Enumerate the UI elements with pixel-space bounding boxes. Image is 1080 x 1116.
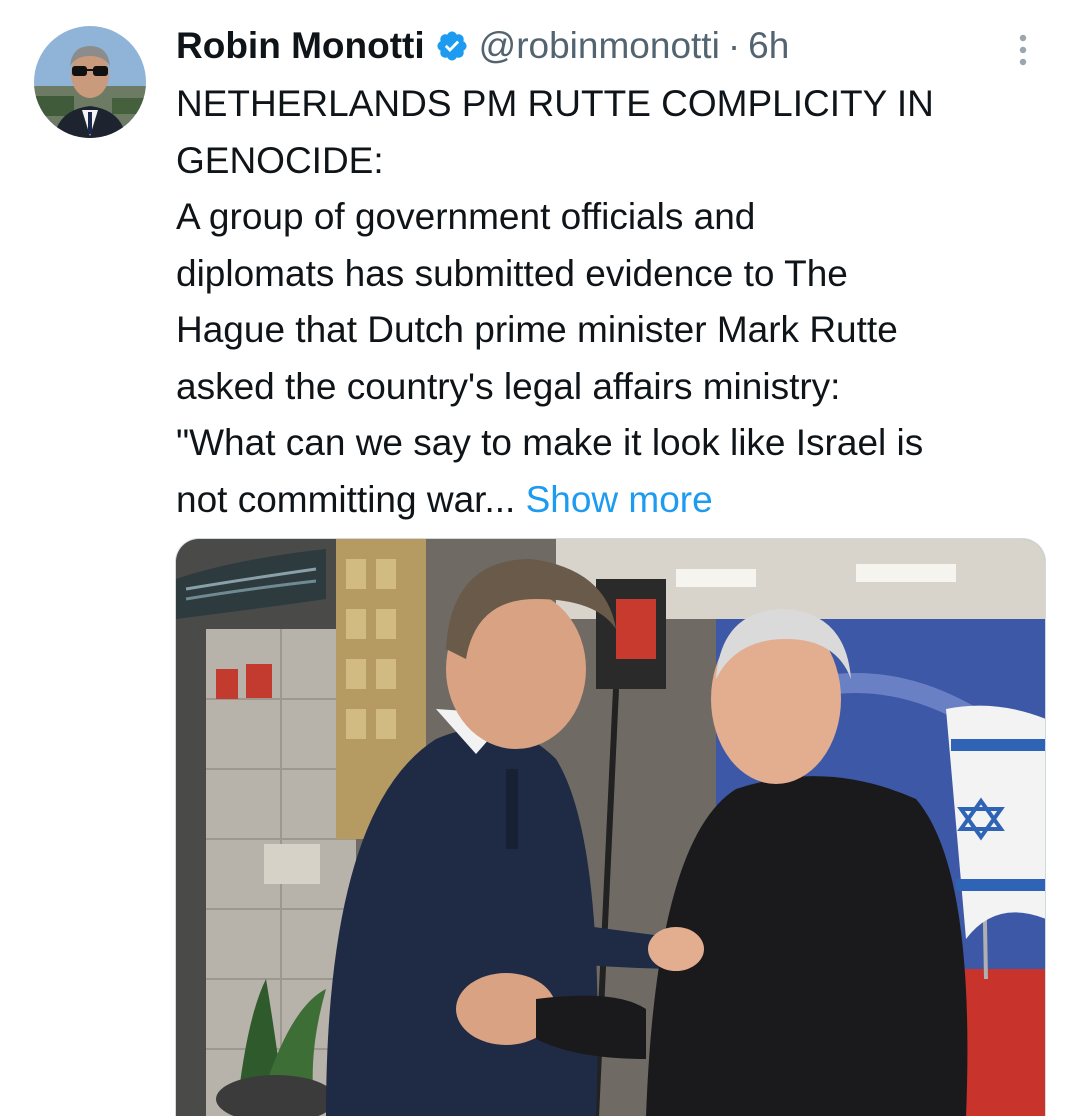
avatar-photo	[34, 26, 146, 138]
tweet-text-line: GENOCIDE:	[176, 139, 384, 181]
tweet-text: NETHERLANDS PM RUTTE COMPLICITY IN GENOC…	[176, 76, 1056, 528]
tweet-text-truncated: not committing war...	[176, 478, 516, 520]
show-more-link[interactable]: Show more	[526, 479, 713, 520]
tweet-header: Robin Monotti @robinmonotti · 6h	[176, 22, 789, 70]
tweet-text-line: Hague that Dutch prime minister Mark Rut…	[176, 309, 898, 350]
tweet-media-photo[interactable]	[175, 538, 1046, 1116]
photo-image	[176, 539, 1045, 1116]
author-handle[interactable]: @robinmonotti	[479, 25, 720, 67]
tweet-text-line: A group of government officials and	[176, 196, 756, 237]
tweet-text-line: asked the country's legal affairs minist…	[176, 365, 841, 407]
author-display-name[interactable]: Robin Monotti	[176, 25, 425, 67]
header-separator: ·	[727, 25, 741, 66]
tweet-timestamp[interactable]: 6h	[748, 25, 789, 67]
tweet-text-line: diplomats has submitted evidence to The	[176, 252, 848, 294]
verified-badge-icon	[435, 29, 469, 63]
tweet-text-line: "What can we say to make it look like Is…	[176, 422, 924, 463]
more-options-icon[interactable]	[1008, 30, 1038, 70]
tweet-text-last-line: not committing war... Show more	[176, 472, 1056, 529]
author-avatar[interactable]	[34, 26, 146, 138]
tweet-text-line: NETHERLANDS PM RUTTE COMPLICITY IN	[176, 83, 934, 124]
